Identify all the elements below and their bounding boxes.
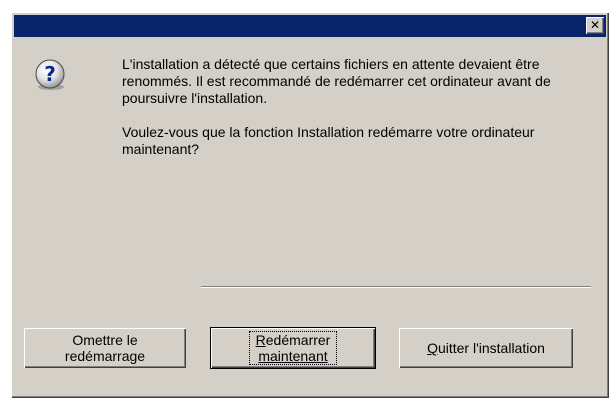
- restart-label-line2: maintenant: [258, 348, 328, 364]
- separator-line: [201, 286, 591, 288]
- focus-ring: Redémarrer maintenant: [248, 331, 338, 365]
- question-icon: ?: [35, 59, 65, 90]
- close-icon: ✕: [589, 18, 601, 32]
- restart-now-button[interactable]: Redémarrer maintenant: [211, 328, 375, 368]
- skip-restart-button[interactable]: Omettre le redémarrage: [24, 328, 186, 368]
- svg-text:?: ?: [44, 62, 56, 86]
- quit-installation-button[interactable]: Quitter l'installation: [399, 328, 573, 368]
- restart-mnemonic: R: [255, 332, 266, 348]
- quit-label-rest: uitter l'installation: [437, 340, 545, 356]
- restart-label-rest: edémarrer: [265, 332, 331, 348]
- skip-label-line2: redémarrage: [64, 348, 146, 364]
- close-button[interactable]: ✕: [586, 17, 604, 34]
- message-paragraph-2: Voulez-vous que la fonction Installation…: [122, 124, 535, 157]
- quit-mnemonic: Q: [427, 340, 438, 356]
- skip-label-line1: Omettre le: [72, 332, 138, 348]
- message-paragraph-1: L'installation a détecté que certains fi…: [122, 56, 551, 106]
- title-bar[interactable]: ✕: [14, 15, 606, 37]
- message-text: L'installation a détecté que certains fi…: [122, 56, 582, 175]
